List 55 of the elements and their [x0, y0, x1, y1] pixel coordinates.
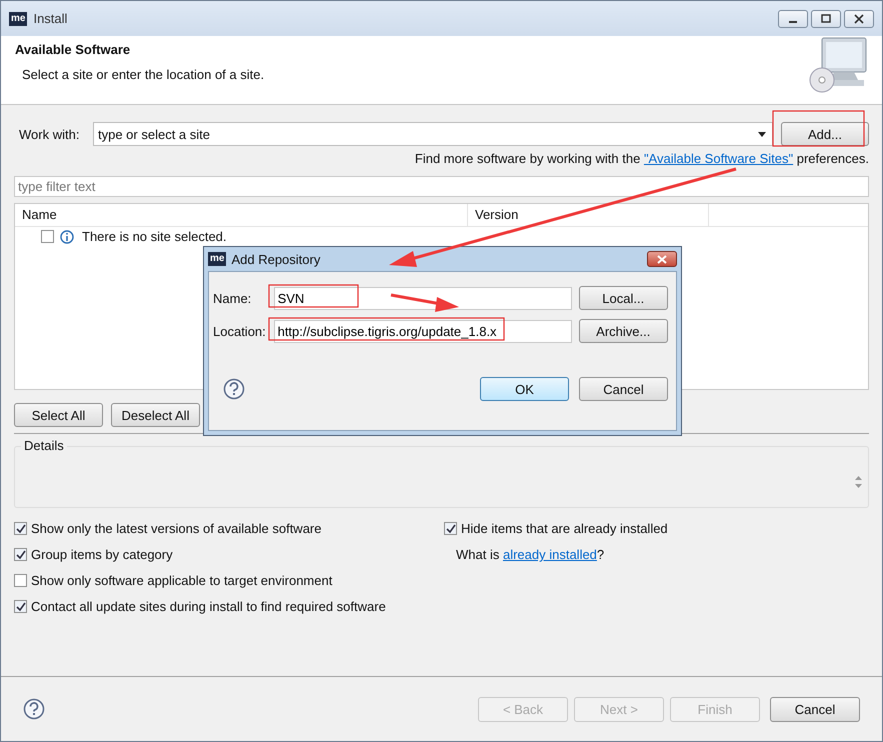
- maximize-icon: [821, 14, 831, 24]
- selection-button[interactable]: Deselect All: [111, 403, 200, 427]
- window-title: Install: [33, 11, 68, 26]
- add-button[interactable]: Add...: [781, 122, 869, 146]
- close-icon: [657, 254, 667, 264]
- page-title: Available Software: [15, 42, 132, 57]
- field-label: Location:: [213, 324, 267, 338]
- already-installed-link[interactable]: already installed: [502, 547, 597, 562]
- checkbox[interactable]: [14, 574, 27, 587]
- checkbox[interactable]: [41, 230, 54, 243]
- info-icon: [60, 230, 74, 244]
- close-button[interactable]: [647, 251, 677, 267]
- available-software-sites-link[interactable]: "Available Software Sites": [644, 151, 794, 166]
- dialog-title: Add Repository: [231, 252, 320, 266]
- help-icon[interactable]: [223, 378, 245, 400]
- column-header[interactable]: Version: [468, 204, 709, 226]
- close-icon: [854, 14, 864, 24]
- already-installed-text: What is already installed?: [456, 547, 604, 562]
- selection-button[interactable]: Select All: [14, 403, 103, 427]
- info-text: Find more software by working with the "Available Software Sites" preferences.: [414, 151, 869, 166]
- work-with-label: Work with:: [19, 126, 80, 142]
- scroll-arrows-icon: [855, 475, 862, 489]
- help-icon[interactable]: [23, 698, 45, 720]
- option-label: Contact all update sites during install to find required software: [31, 599, 386, 614]
- field-label: Name:: [213, 290, 252, 306]
- checkbox[interactable]: [14, 548, 27, 561]
- input-field[interactable]: http://subclipse.tigris.org/update_1.8.x: [274, 320, 572, 342]
- input-field[interactable]: SVN: [274, 286, 572, 310]
- details-label: Details: [21, 438, 67, 453]
- page-description: Select a site or enter the location of a site.: [22, 67, 264, 82]
- dropdown-icon: [758, 132, 766, 136]
- minimize-icon: [789, 20, 797, 22]
- app-logo: me: [208, 252, 226, 266]
- checkbox[interactable]: [14, 600, 27, 613]
- column-header[interactable]: Name: [15, 204, 468, 226]
- annotation-arrow: [390, 294, 459, 312]
- close-button[interactable]: [844, 10, 874, 28]
- option-label: Show only the latest versions of available software: [31, 521, 322, 536]
- dialog-button[interactable]: OK: [480, 377, 569, 401]
- minimize-button[interactable]: [778, 10, 808, 28]
- maximize-button[interactable]: [811, 10, 841, 28]
- app-logo: me: [9, 12, 28, 26]
- site-combo-box[interactable]: type or select a site: [93, 122, 773, 146]
- option-label: Hide items that are already installed: [461, 521, 668, 536]
- checkbox[interactable]: [14, 522, 27, 535]
- browse-button[interactable]: Local...: [578, 286, 668, 310]
- option-label: Group items by category: [31, 547, 173, 562]
- site-combo-field[interactable]: type or select a site: [98, 126, 758, 142]
- option-label: Show only software applicable to target environment: [31, 573, 332, 588]
- checkbox[interactable]: [444, 522, 457, 535]
- table-cell: There is no site selected.: [82, 229, 227, 244]
- filter-field[interactable]: type filter text: [14, 176, 869, 197]
- browse-button[interactable]: Archive...: [578, 319, 668, 343]
- dialog-button[interactable]: Cancel: [579, 377, 668, 401]
- wizard-button[interactable]: Cancel: [770, 696, 860, 722]
